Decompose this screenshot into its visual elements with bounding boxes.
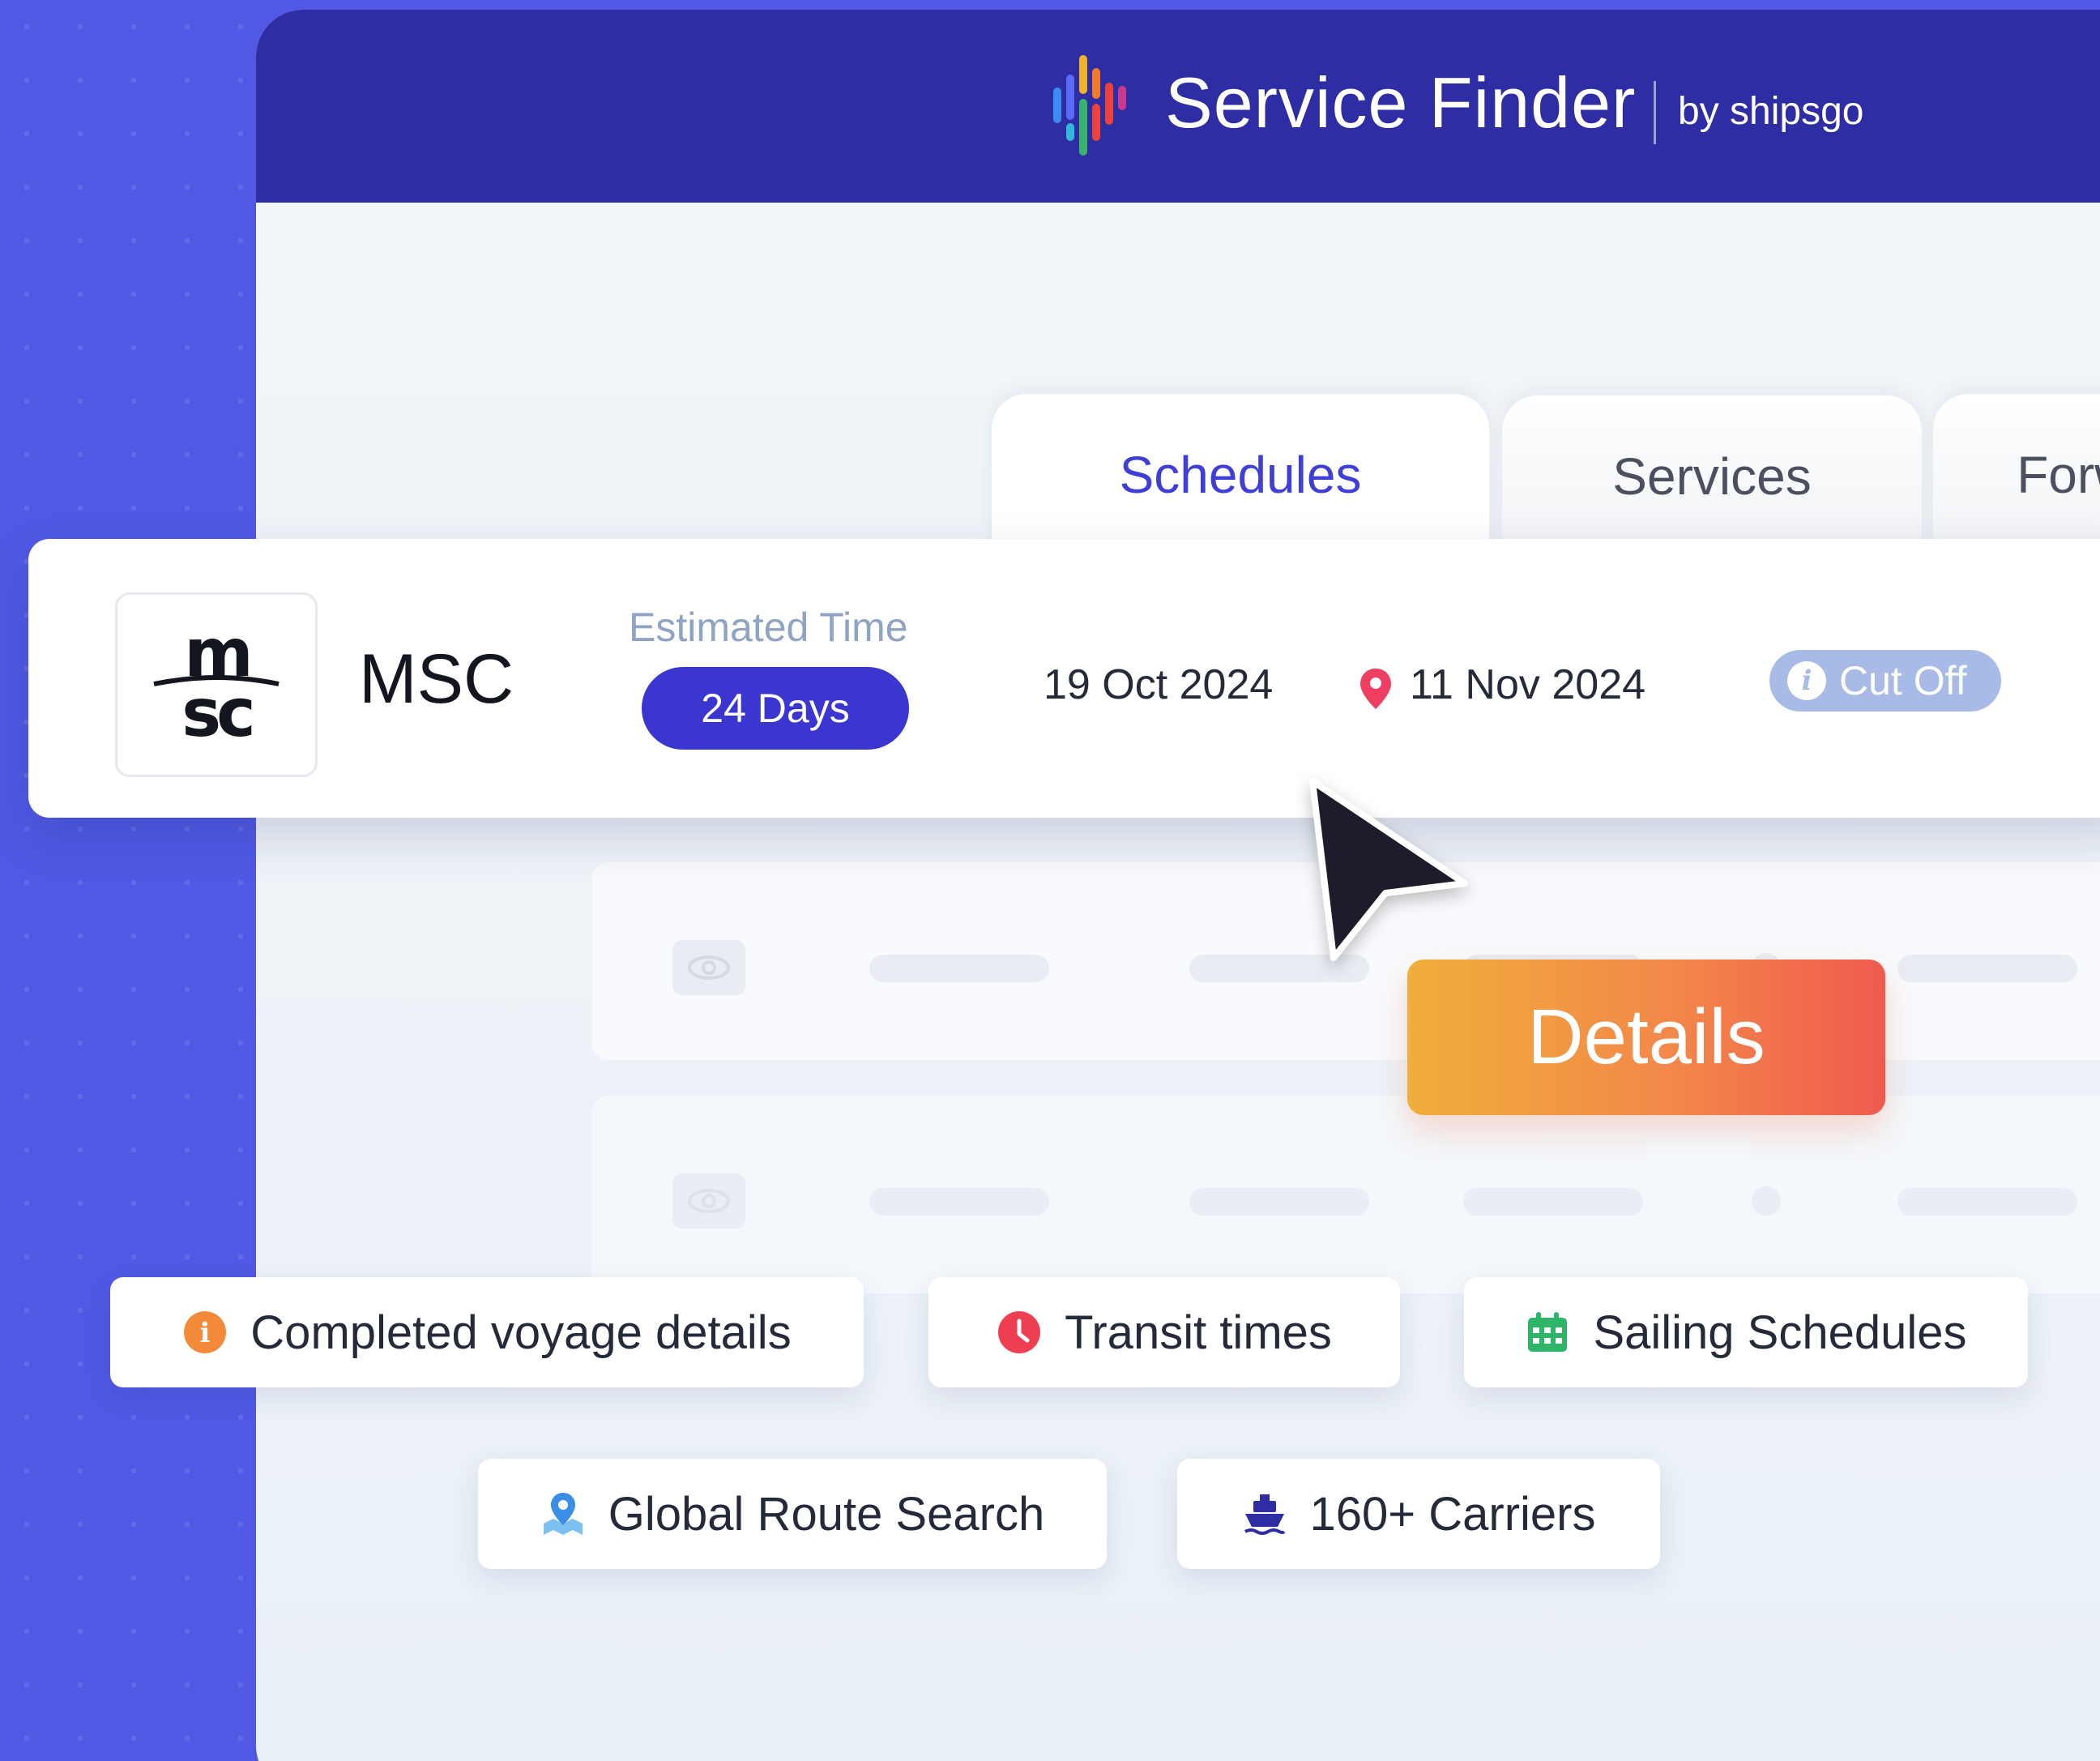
cutoff-badge[interactable]: i Cut Off <box>1769 650 2001 712</box>
feature-label: Global Route Search <box>608 1487 1045 1541</box>
feature-label: 160+ Carriers <box>1309 1487 1596 1541</box>
feature-label: Completed voyage details <box>250 1306 792 1359</box>
mouse-cursor-icon <box>1309 778 1468 961</box>
placeholder-bar <box>1897 955 2077 982</box>
eye-icon <box>672 940 745 995</box>
carrier-logo: m sc <box>115 592 318 777</box>
eye-icon <box>672 1173 745 1229</box>
tab-forwarders[interactable]: Forwarders <box>1933 394 2100 556</box>
placeholder-dot <box>1752 1186 1781 1216</box>
placeholder-bar <box>869 1188 1049 1216</box>
feature-global-route-search: Global Route Search <box>478 1459 1107 1569</box>
msc-logo-icon: m sc <box>153 624 280 746</box>
info-icon: i <box>1787 661 1826 700</box>
location-pin-icon <box>1360 669 1391 709</box>
shipsgo-logo-icon <box>1053 55 1126 156</box>
feature-label: Sailing Schedules <box>1593 1306 1967 1359</box>
placeholder-row <box>591 1096 2100 1293</box>
carrier-name: MSC <box>359 640 514 718</box>
feature-carriers: 160+ Carriers <box>1177 1459 1660 1569</box>
tab-schedules[interactable]: Schedules <box>992 394 1489 556</box>
cutoff-label: Cut Off <box>1839 658 1967 703</box>
app-header: Service Finder by shipsgo <box>256 10 2100 203</box>
transit-days-badge: 24 Days <box>642 667 909 750</box>
clock-icon <box>998 1311 1041 1353</box>
feature-transit-times: Transit times <box>928 1277 1400 1387</box>
estimated-time-label: Estimated Time <box>629 605 908 650</box>
placeholder-bar <box>1189 1188 1369 1216</box>
map-pin-icon <box>543 1493 583 1535</box>
svg-text:i: i <box>200 1317 211 1349</box>
placeholder-bar <box>1897 1188 2077 1216</box>
feature-label: Transit times <box>1065 1306 1332 1359</box>
calendar-icon <box>1528 1312 1568 1352</box>
departure-date: 19 Oct 2024 <box>1044 661 1274 708</box>
details-button[interactable]: Details <box>1407 960 1885 1115</box>
ship-icon <box>1244 1494 1285 1535</box>
tab-services[interactable]: Services <box>1502 395 1922 558</box>
svg-text:sc: sc <box>181 675 252 746</box>
feature-completed-voyage-details: i Completed voyage details <box>110 1277 864 1387</box>
app-title: Service Finder <box>1165 62 1637 143</box>
feature-sailing-schedules: Sailing Schedules <box>1464 1277 2028 1387</box>
placeholder-bar <box>869 955 1049 982</box>
title-divider <box>1654 81 1656 144</box>
info-icon: i <box>184 1311 227 1353</box>
schedule-card[interactable]: m sc MSC Estimated Time 24 Days 19 Oct 2… <box>28 539 2100 818</box>
app-byline: by shipsgo <box>1678 90 1864 133</box>
placeholder-bar <box>1463 1188 1643 1216</box>
arrival-date: 11 Nov 2024 <box>1410 661 1646 708</box>
